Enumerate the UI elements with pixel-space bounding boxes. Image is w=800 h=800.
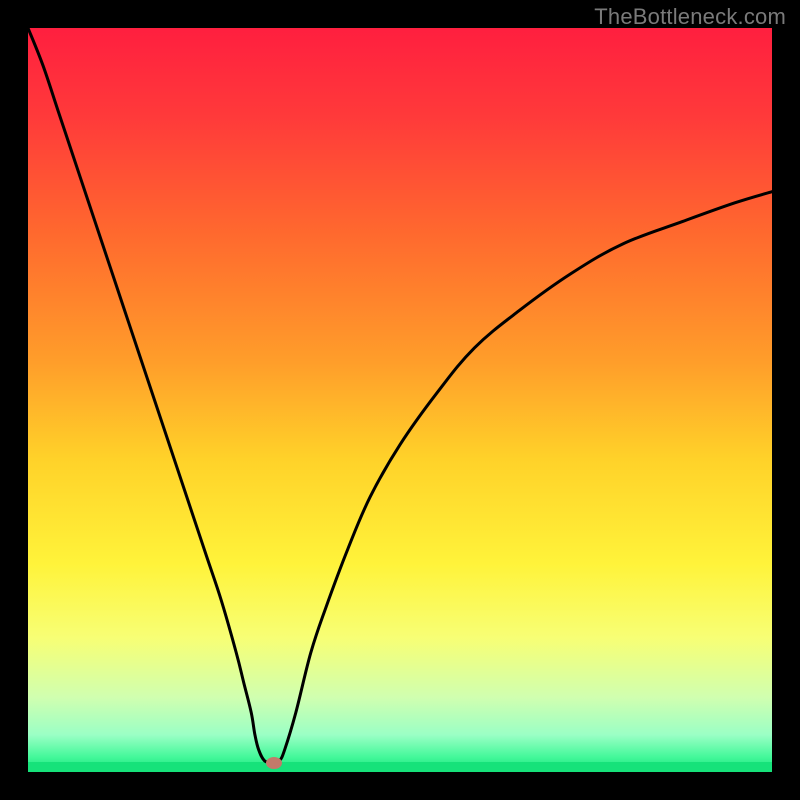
plot-area	[28, 28, 772, 772]
chart-frame: TheBottleneck.com	[0, 0, 800, 800]
watermark-text: TheBottleneck.com	[594, 4, 786, 30]
bottleneck-curve	[28, 28, 772, 763]
curve-layer	[28, 28, 772, 772]
optimal-point-marker	[266, 757, 282, 769]
